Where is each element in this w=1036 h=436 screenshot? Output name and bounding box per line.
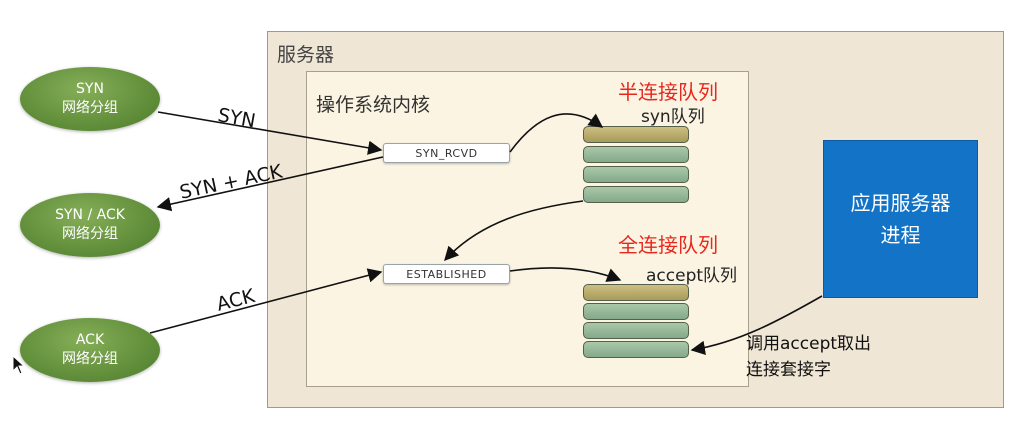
mouse-cursor-icon <box>12 355 26 375</box>
enqueue-accept-arrow <box>509 267 622 282</box>
enqueue-syn-arrow <box>509 113 604 153</box>
ack-arrow <box>149 268 383 334</box>
syn-arrow <box>157 111 383 155</box>
accept-call-arrow <box>690 295 823 355</box>
promote-arrow <box>444 200 584 262</box>
connection-arrows <box>149 111 823 355</box>
